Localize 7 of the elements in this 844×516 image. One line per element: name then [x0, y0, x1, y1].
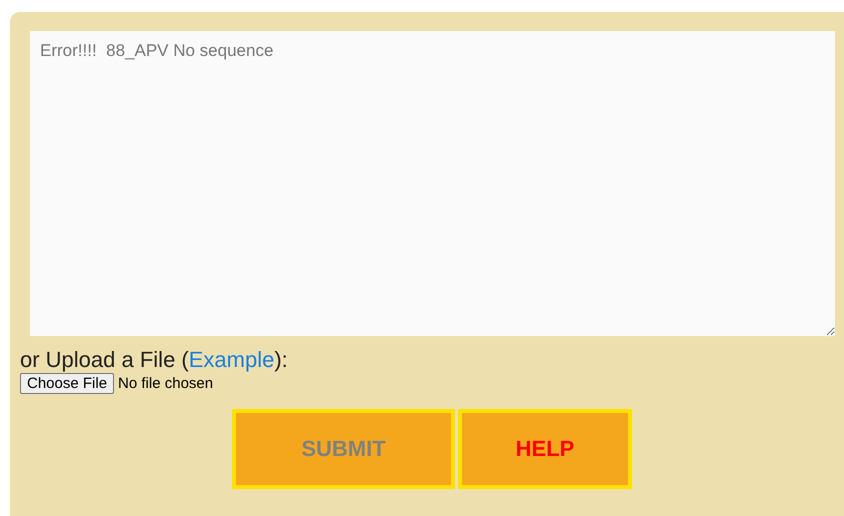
help-button[interactable]: HELP: [458, 409, 632, 489]
choose-file-button[interactable]: Choose File: [20, 373, 114, 394]
file-status: No file chosen: [118, 375, 214, 392]
example-link[interactable]: Example: [188, 347, 274, 372]
upload-label: or Upload a File (Example):: [20, 346, 289, 373]
sequence-field[interactable]: Error!!!! 88_APV No sequence: [30, 31, 835, 336]
submit-button[interactable]: SUBMIT: [232, 409, 455, 489]
